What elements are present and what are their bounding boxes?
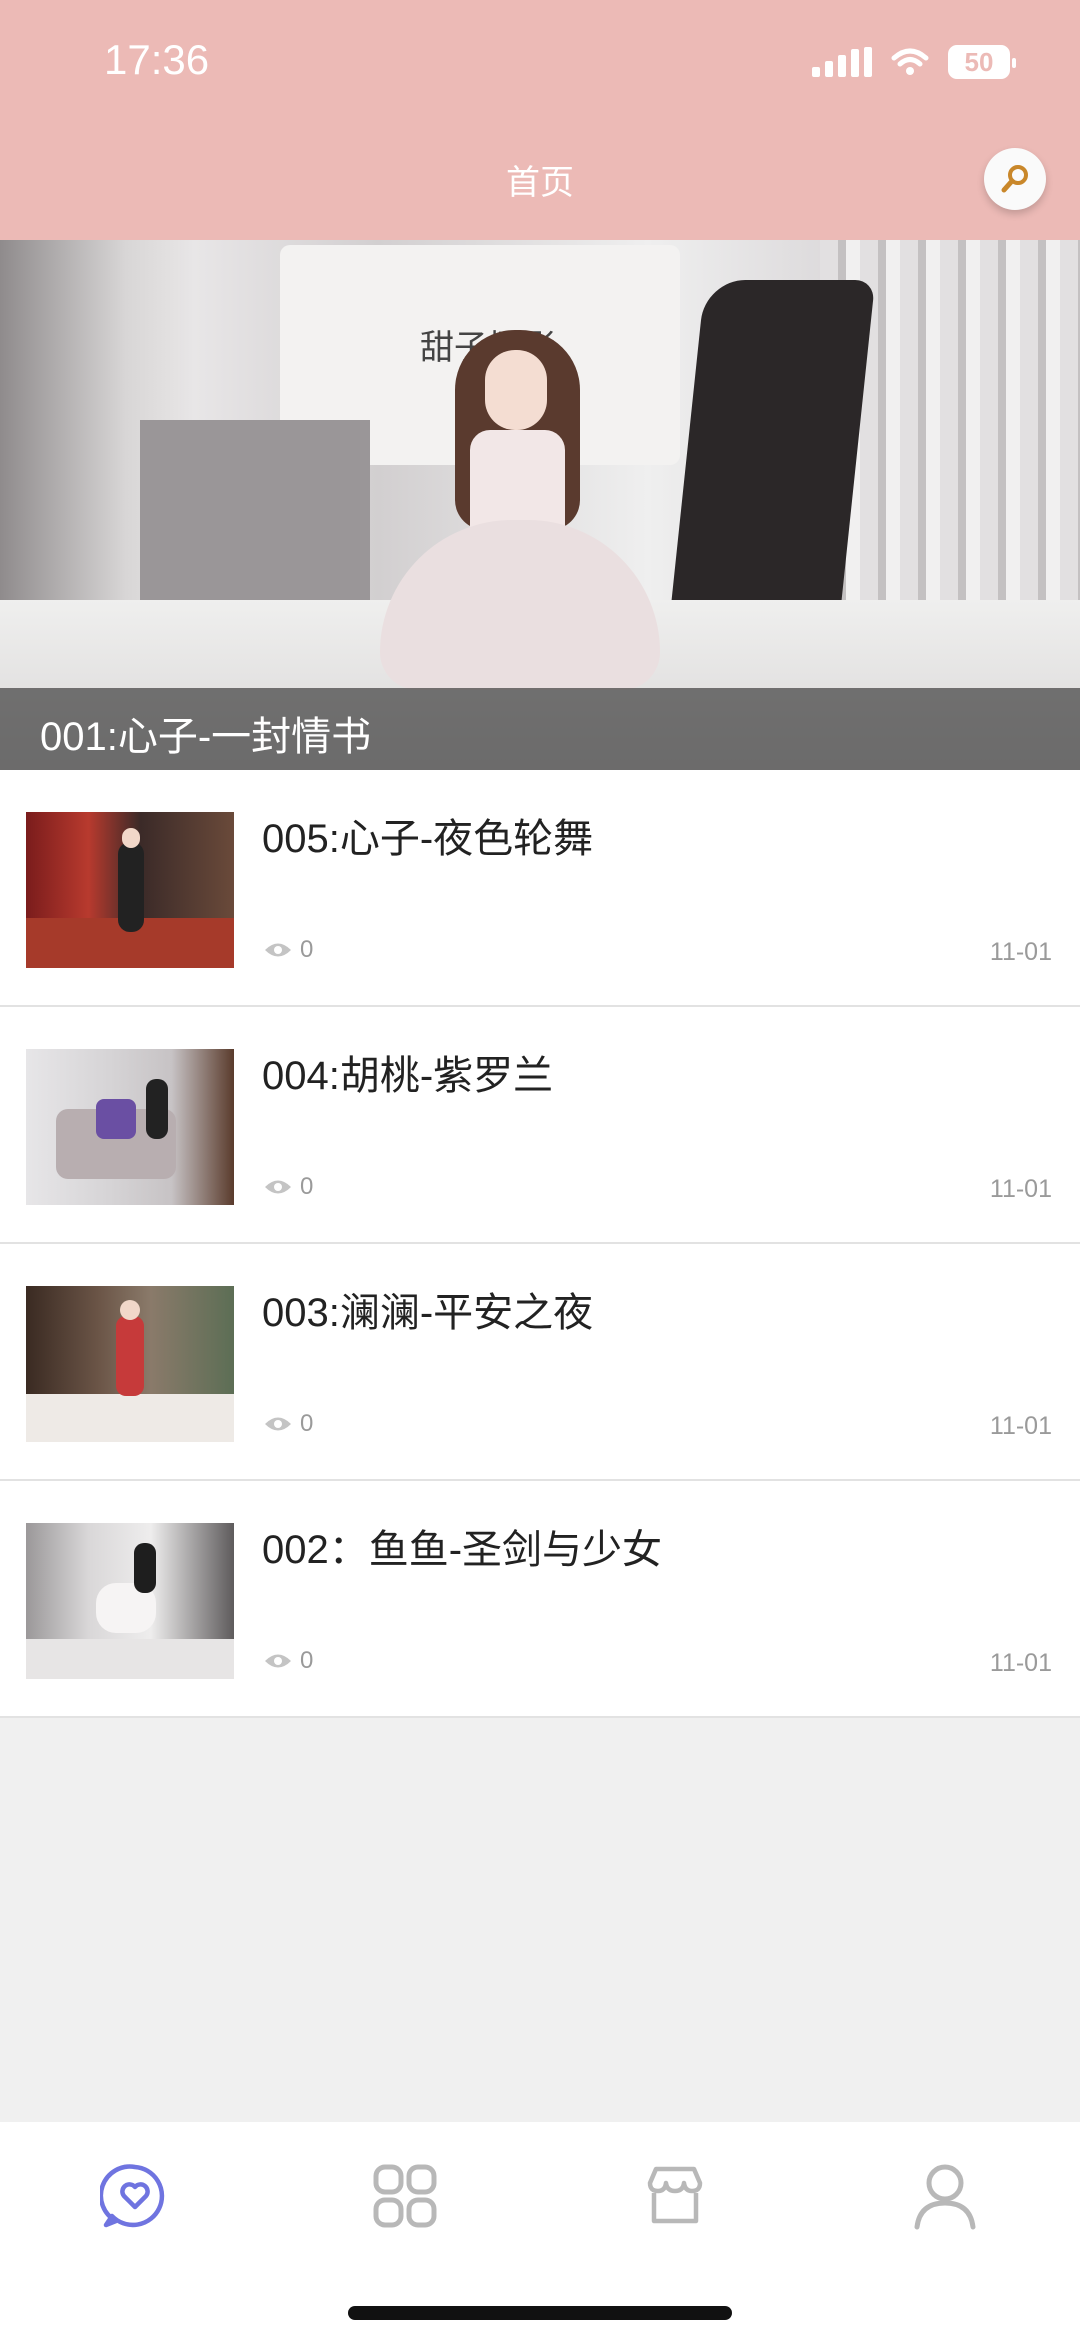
eye-icon [265, 1654, 291, 1668]
article-thumbnail [26, 1523, 234, 1679]
shop-icon [647, 2166, 703, 2224]
wifi-icon [891, 48, 929, 75]
article-date: 11-01 [989, 1412, 1052, 1440]
article-thumbnail [26, 1286, 234, 1442]
tab-categories[interactable] [365, 2156, 445, 2236]
view-count-value: 0 [300, 1410, 314, 1437]
article-date: 11-01 [989, 1649, 1052, 1677]
article-title: 002：鱼鱼-圣剑与少女 [262, 1528, 663, 1572]
view-count: 0 [264, 1410, 313, 1438]
view-count: 0 [264, 1173, 313, 1201]
app-header: 17:36 50 首页 [0, 0, 1080, 240]
banner-caption: 001:心子-一封情书 [40, 715, 372, 759]
view-count: 0 [264, 1647, 313, 1675]
view-count-value: 0 [300, 1173, 314, 1200]
article-title: 004:胡桃-紫罗兰 [262, 1054, 554, 1098]
banner-caption-bar: 001:心子-一封情书 [0, 688, 1080, 770]
grid-icon [373, 2164, 437, 2228]
view-count-value: 0 [300, 936, 314, 963]
article-thumbnail [26, 812, 234, 968]
article-title: 005:心子-夜色轮舞 [262, 817, 594, 861]
status-time: 17:36 [104, 36, 210, 83]
featured-banner[interactable]: 甜子摄影 001:心子-一封情书 [0, 240, 1080, 770]
article-date: 11-01 [989, 938, 1052, 966]
view-count: 0 [264, 936, 313, 964]
tab-profile[interactable] [905, 2156, 985, 2236]
battery-icon: 50 [948, 45, 1016, 79]
tab-home[interactable] [95, 2156, 175, 2236]
home-indicator [348, 2306, 732, 2320]
article-title: 003:澜澜-平安之夜 [262, 1291, 594, 1335]
eye-icon [265, 1417, 291, 1431]
article-date: 11-01 [989, 1175, 1052, 1203]
search-button[interactable] [984, 148, 1046, 210]
tab-shop[interactable] [635, 2156, 715, 2236]
list-item[interactable]: 005:心子-夜色轮舞 0 11-01 [0, 770, 1080, 1007]
eye-icon [265, 943, 291, 957]
list-item[interactable]: 002：鱼鱼-圣剑与少女 0 11-01 [0, 1481, 1080, 1718]
status-icons: 50 [812, 40, 1016, 84]
eye-icon [265, 1180, 291, 1194]
article-list: 005:心子-夜色轮舞 0 11-01 004:胡桃-紫罗兰 0 11-01 0… [0, 770, 1080, 1718]
article-thumbnail [26, 1049, 234, 1205]
page-title: 首页 [506, 164, 574, 202]
person-icon [914, 2164, 976, 2230]
list-item[interactable]: 004:胡桃-紫罗兰 0 11-01 [0, 1007, 1080, 1244]
cellular-signal-icon [812, 47, 872, 77]
view-count-value: 0 [300, 1647, 314, 1674]
chat-heart-icon [100, 2164, 165, 2228]
list-item[interactable]: 003:澜澜-平安之夜 0 11-01 [0, 1244, 1080, 1481]
search-icon [1001, 165, 1028, 193]
